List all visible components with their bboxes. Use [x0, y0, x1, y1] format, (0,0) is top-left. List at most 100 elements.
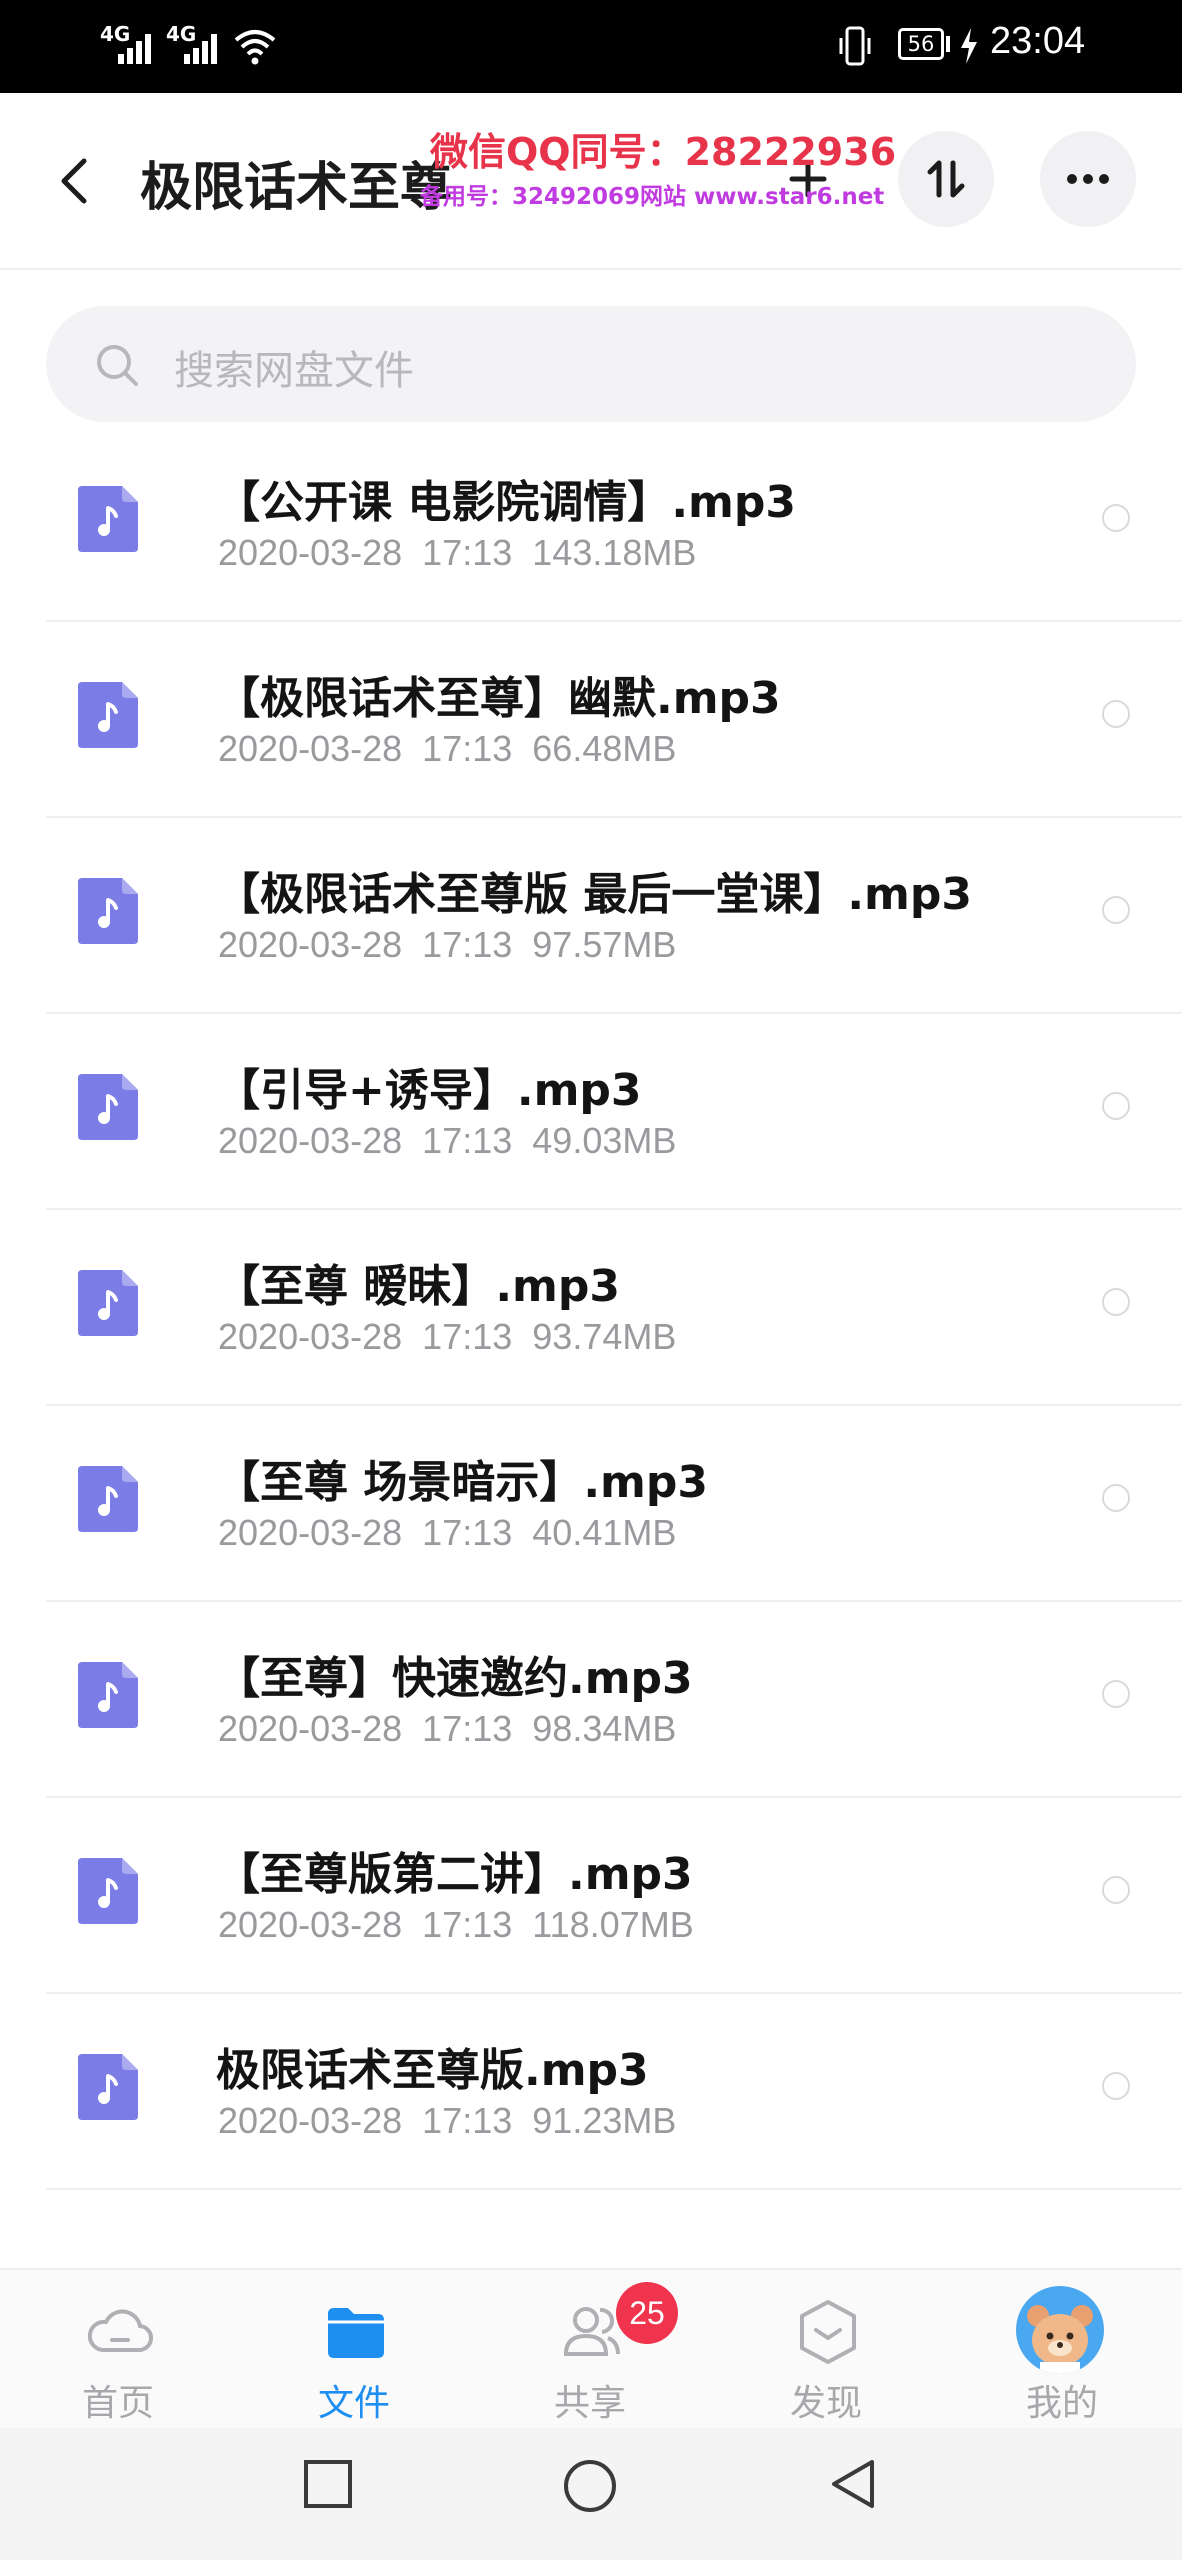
select-radio[interactable] [1102, 1876, 1130, 1904]
file-meta: 2020-03-28 17:13 40.41MB [218, 1512, 676, 1554]
tab-share[interactable]: 共享 [472, 2270, 708, 2430]
file-name: 【至尊 场景暗示】.mp3 [216, 1457, 708, 1508]
list-item[interactable]: 【极限话术至尊】幽默.mp3 2020-03-28 17:13 66.48MB [0, 622, 1182, 818]
home-circle-icon[interactable] [562, 2458, 618, 2514]
file-date: 2020-03-28 [218, 532, 403, 573]
file-size: 98.34MB [532, 1708, 677, 1749]
file-meta: 2020-03-28 17:13 66.48MB [218, 728, 676, 770]
search-input[interactable]: 搜索网盘文件 [46, 306, 1136, 422]
file-meta: 2020-03-28 17:13 49.03MB [218, 1120, 676, 1162]
tab-label: 发现 [789, 2383, 862, 2424]
file-size: 118.07MB [532, 1904, 694, 1945]
file-name: 极限话术至尊版.mp3 [216, 2045, 649, 2096]
select-radio[interactable] [1102, 1092, 1130, 1120]
file-date: 2020-03-28 [218, 924, 403, 965]
file-size: 91.23MB [532, 2100, 677, 2141]
select-radio[interactable] [1102, 2072, 1130, 2100]
audio-file-icon [78, 1662, 138, 1728]
file-meta: 2020-03-28 17:13 98.34MB [218, 1708, 676, 1750]
select-radio[interactable] [1102, 700, 1130, 728]
file-time: 17:13 [422, 1512, 513, 1553]
list-item[interactable]: 【至尊 场景暗示】.mp3 2020-03-28 17:13 40.41MB [0, 1406, 1182, 1602]
select-radio[interactable] [1102, 1680, 1130, 1708]
file-time: 17:13 [422, 728, 513, 769]
folder-icon [328, 2308, 384, 2358]
file-name: 【极限话术至尊】幽默.mp3 [216, 673, 781, 724]
list-item[interactable]: 极限话术至尊版.mp3 2020-03-28 17:13 91.23MB [0, 1994, 1182, 2190]
search-placeholder: 搜索网盘文件 [174, 348, 414, 394]
file-time: 17:13 [422, 924, 513, 965]
back-arrow-icon[interactable] [50, 155, 102, 207]
tab-label: 我的 [1025, 2383, 1098, 2424]
list-item[interactable]: 【公开课 电影院调情】.mp3 2020-03-28 17:13 143.18MB [0, 426, 1182, 622]
battery-tip [946, 36, 950, 52]
file-time: 17:13 [422, 1708, 513, 1749]
file-date: 2020-03-28 [218, 1708, 403, 1749]
file-name: 【极限话术至尊版 最后一堂课】.mp3 [216, 869, 972, 920]
file-time: 17:13 [422, 532, 513, 573]
file-size: 40.41MB [532, 1512, 677, 1553]
tab-discover[interactable]: 发现 [708, 2270, 944, 2430]
recent-apps-icon[interactable] [302, 2458, 354, 2510]
wifi-icon [234, 30, 276, 65]
list-item[interactable]: 【至尊】快速邀约.mp3 2020-03-28 17:13 98.34MB [0, 1602, 1182, 1798]
file-meta: 2020-03-28 17:13 143.18MB [218, 532, 696, 574]
vibrate-icon [839, 26, 871, 66]
file-meta: 2020-03-28 17:13 118.07MB [218, 1904, 694, 1946]
file-size: 49.03MB [532, 1120, 677, 1161]
signal-icon [184, 30, 228, 64]
audio-file-icon [78, 2054, 138, 2120]
system-nav-bar [0, 2428, 1182, 2560]
tab-files[interactable]: 文件 [236, 2270, 472, 2430]
audio-file-icon [78, 878, 138, 944]
status-bar: 4G 4G 56 23:04 [0, 0, 1182, 93]
file-name: 【公开课 电影院调情】.mp3 [216, 477, 796, 528]
signal-icon [118, 30, 162, 64]
file-date: 2020-03-28 [218, 1120, 403, 1161]
charging-icon [961, 28, 977, 64]
select-radio[interactable] [1102, 1288, 1130, 1316]
more-icon [1067, 174, 1109, 184]
list-item[interactable]: 【至尊 暧昧】.mp3 2020-03-28 17:13 93.74MB [0, 1210, 1182, 1406]
tab-label: 文件 [317, 2383, 390, 2424]
file-date: 2020-03-28 [218, 728, 403, 769]
file-date: 2020-03-28 [218, 1904, 403, 1945]
select-radio[interactable] [1102, 1484, 1130, 1512]
select-radio[interactable] [1102, 504, 1130, 532]
audio-file-icon [78, 1074, 138, 1140]
bottom-tab-bar: 首页 文件 共享 发现 我的 [0, 2268, 1182, 2430]
tab-home[interactable]: 首页 [0, 2270, 236, 2430]
audio-file-icon [78, 1466, 138, 1532]
bear-avatar-icon [1027, 2305, 1093, 2374]
file-size: 97.57MB [532, 924, 677, 965]
file-size: 66.48MB [532, 728, 677, 769]
app-header: 极限话术至尊 微信QQ同号：28222936 备用号：32492069网站 ww… [0, 93, 1182, 270]
file-date: 2020-03-28 [218, 1316, 403, 1357]
tab-label: 共享 [553, 2383, 626, 2424]
more-button[interactable] [1040, 131, 1136, 227]
file-meta: 2020-03-28 17:13 97.57MB [218, 924, 676, 966]
divider [46, 2188, 1182, 2190]
page-title: 极限话术至尊 [140, 158, 453, 218]
search-icon [97, 345, 138, 386]
list-item[interactable]: 【极限话术至尊版 最后一堂课】.mp3 2020-03-28 17:13 97.5… [0, 818, 1182, 1014]
file-name: 【引导+诱导】.mp3 [216, 1065, 642, 1116]
watermark-contact: 微信QQ同号：28222936 [430, 130, 897, 174]
file-name: 【至尊版第二讲】.mp3 [216, 1849, 693, 1900]
file-date: 2020-03-28 [218, 1512, 403, 1553]
watermark-website: 备用号：32492069网站 www.star6.net [420, 184, 885, 210]
audio-file-icon [78, 682, 138, 748]
select-radio[interactable] [1102, 896, 1130, 924]
file-size: 93.74MB [532, 1316, 677, 1357]
file-time: 17:13 [422, 1316, 513, 1357]
avatar[interactable] [1016, 2286, 1104, 2374]
file-time: 17:13 [422, 1904, 513, 1945]
back-triangle-icon[interactable] [828, 2458, 880, 2510]
sort-button[interactable] [898, 131, 994, 227]
audio-file-icon [78, 1858, 138, 1924]
audio-file-icon [78, 486, 138, 552]
list-item[interactable]: 【引导+诱导】.mp3 2020-03-28 17:13 49.03MB [0, 1014, 1182, 1210]
list-item[interactable]: 【至尊版第二讲】.mp3 2020-03-28 17:13 118.07MB [0, 1798, 1182, 1994]
cloud-icon [87, 2309, 153, 2353]
clock: 23:04 [990, 20, 1086, 62]
